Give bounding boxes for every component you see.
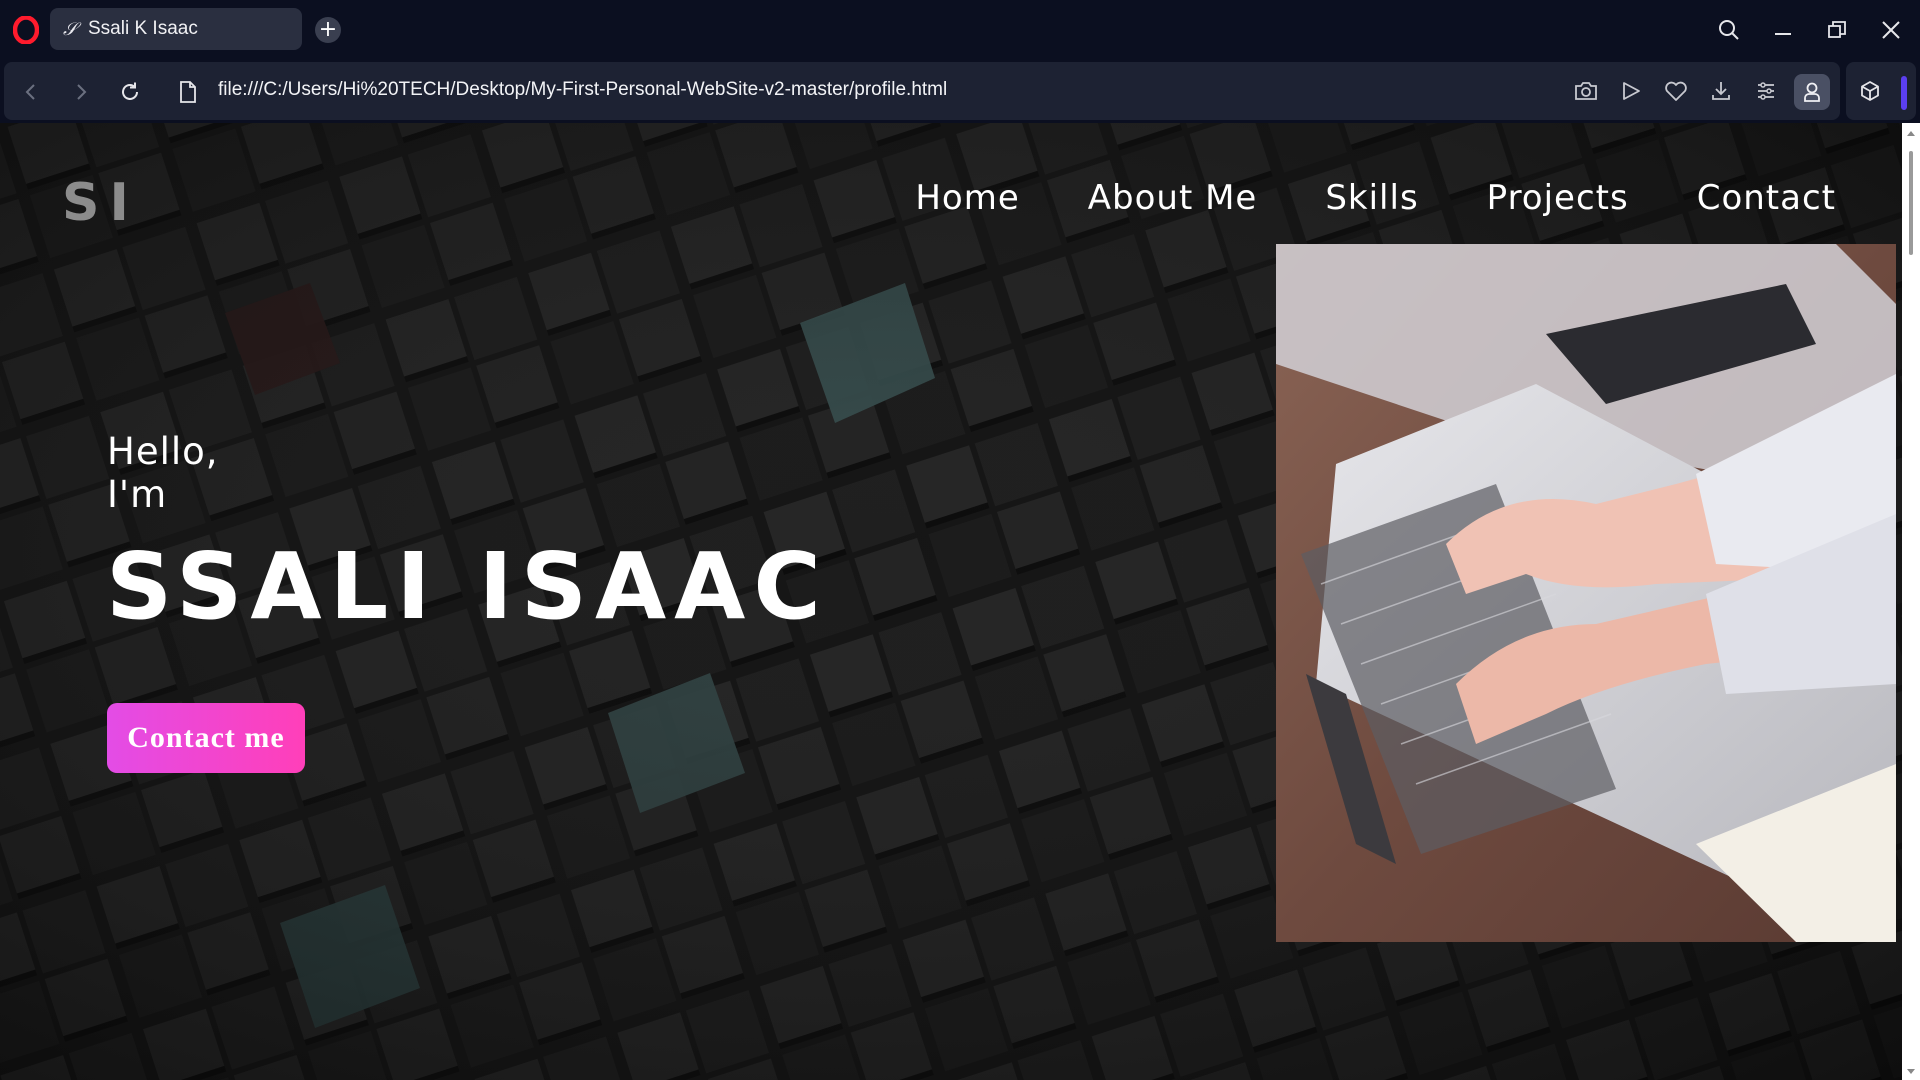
greeting-line-2: I'm bbox=[107, 473, 168, 516]
settings-sliders-icon bbox=[1758, 82, 1774, 100]
close-icon bbox=[1882, 21, 1900, 39]
reload-icon bbox=[122, 82, 138, 100]
site-logo[interactable]: SI bbox=[62, 173, 139, 233]
tab-title: Ssali K Isaac bbox=[88, 18, 198, 39]
url-field[interactable]: file:///C:/Users/Hi%20TECH/Desktop/My-Fi… bbox=[218, 79, 947, 101]
user-icon bbox=[1804, 82, 1820, 102]
extensions-button[interactable] bbox=[1856, 77, 1884, 105]
laptop-typing-photo bbox=[1276, 244, 1896, 942]
page-scrollbar[interactable] bbox=[1902, 123, 1920, 1080]
nav-link-contact[interactable]: Contact bbox=[1697, 178, 1836, 218]
nav-link-projects[interactable]: Projects bbox=[1487, 178, 1629, 218]
minimize-icon bbox=[1775, 33, 1791, 35]
back-arrow-icon bbox=[25, 84, 35, 100]
forward-arrow-icon bbox=[77, 84, 87, 100]
back-button[interactable] bbox=[18, 79, 44, 105]
nav-link-about-me[interactable]: About Me bbox=[1088, 178, 1258, 218]
hero-name: SSALI ISAAC bbox=[106, 533, 829, 640]
address-bar: file:///C:/Users/Hi%20TECH/Desktop/My-Fi… bbox=[4, 62, 1840, 120]
browser-tab[interactable]: 𝒮 Ssali K Isaac bbox=[50, 8, 302, 50]
page-info-button[interactable] bbox=[175, 79, 201, 105]
send-icon bbox=[1623, 82, 1640, 100]
file-icon bbox=[180, 81, 196, 103]
search-tabs-button[interactable] bbox=[1713, 14, 1745, 46]
sidebar-indicator bbox=[1901, 76, 1907, 110]
restore-icon bbox=[1828, 21, 1846, 38]
site-nav: Home About Me Skills Projects Contact bbox=[915, 178, 1836, 218]
search-icon bbox=[1719, 20, 1739, 40]
page-viewport: SI Home About Me Skills Projects Contact… bbox=[0, 123, 1920, 1080]
site-favicon-icon: 𝒮 bbox=[63, 18, 77, 40]
scroll-down-arrow-icon[interactable] bbox=[1907, 1069, 1915, 1074]
flow-send-button[interactable] bbox=[1617, 77, 1645, 105]
scroll-up-arrow-icon[interactable] bbox=[1907, 131, 1915, 136]
camera-icon bbox=[1575, 82, 1597, 100]
nav-link-home[interactable]: Home bbox=[915, 178, 1019, 218]
minimize-button[interactable] bbox=[1767, 14, 1799, 46]
extensions-area bbox=[1846, 62, 1916, 120]
download-icon bbox=[1712, 82, 1730, 100]
reload-button[interactable] bbox=[117, 79, 143, 105]
cube-icon bbox=[1861, 81, 1879, 101]
browser-titlebar: 𝒮 Ssali K Isaac + bbox=[0, 0, 1920, 60]
nav-link-skills[interactable]: Skills bbox=[1325, 178, 1418, 218]
contact-me-button[interactable]: Contact me bbox=[107, 703, 305, 773]
forward-button[interactable] bbox=[68, 79, 94, 105]
hero-greeting: Hello, I'm bbox=[107, 430, 219, 516]
restore-button[interactable] bbox=[1821, 14, 1853, 46]
new-tab-button[interactable]: + bbox=[315, 17, 341, 43]
snapshot-button[interactable] bbox=[1572, 77, 1600, 105]
greeting-line-1: Hello, bbox=[107, 430, 219, 473]
heart-icon bbox=[1665, 81, 1687, 101]
easy-setup-button[interactable] bbox=[1752, 77, 1780, 105]
downloads-button[interactable] bbox=[1707, 77, 1735, 105]
close-button[interactable] bbox=[1875, 14, 1907, 46]
scroll-thumb[interactable] bbox=[1909, 151, 1913, 255]
bookmark-button[interactable] bbox=[1662, 77, 1690, 105]
opera-logo-icon[interactable] bbox=[13, 16, 39, 44]
profile-button[interactable] bbox=[1794, 74, 1830, 110]
browser-toolbar: file:///C:/Users/Hi%20TECH/Desktop/My-Fi… bbox=[0, 60, 1920, 123]
